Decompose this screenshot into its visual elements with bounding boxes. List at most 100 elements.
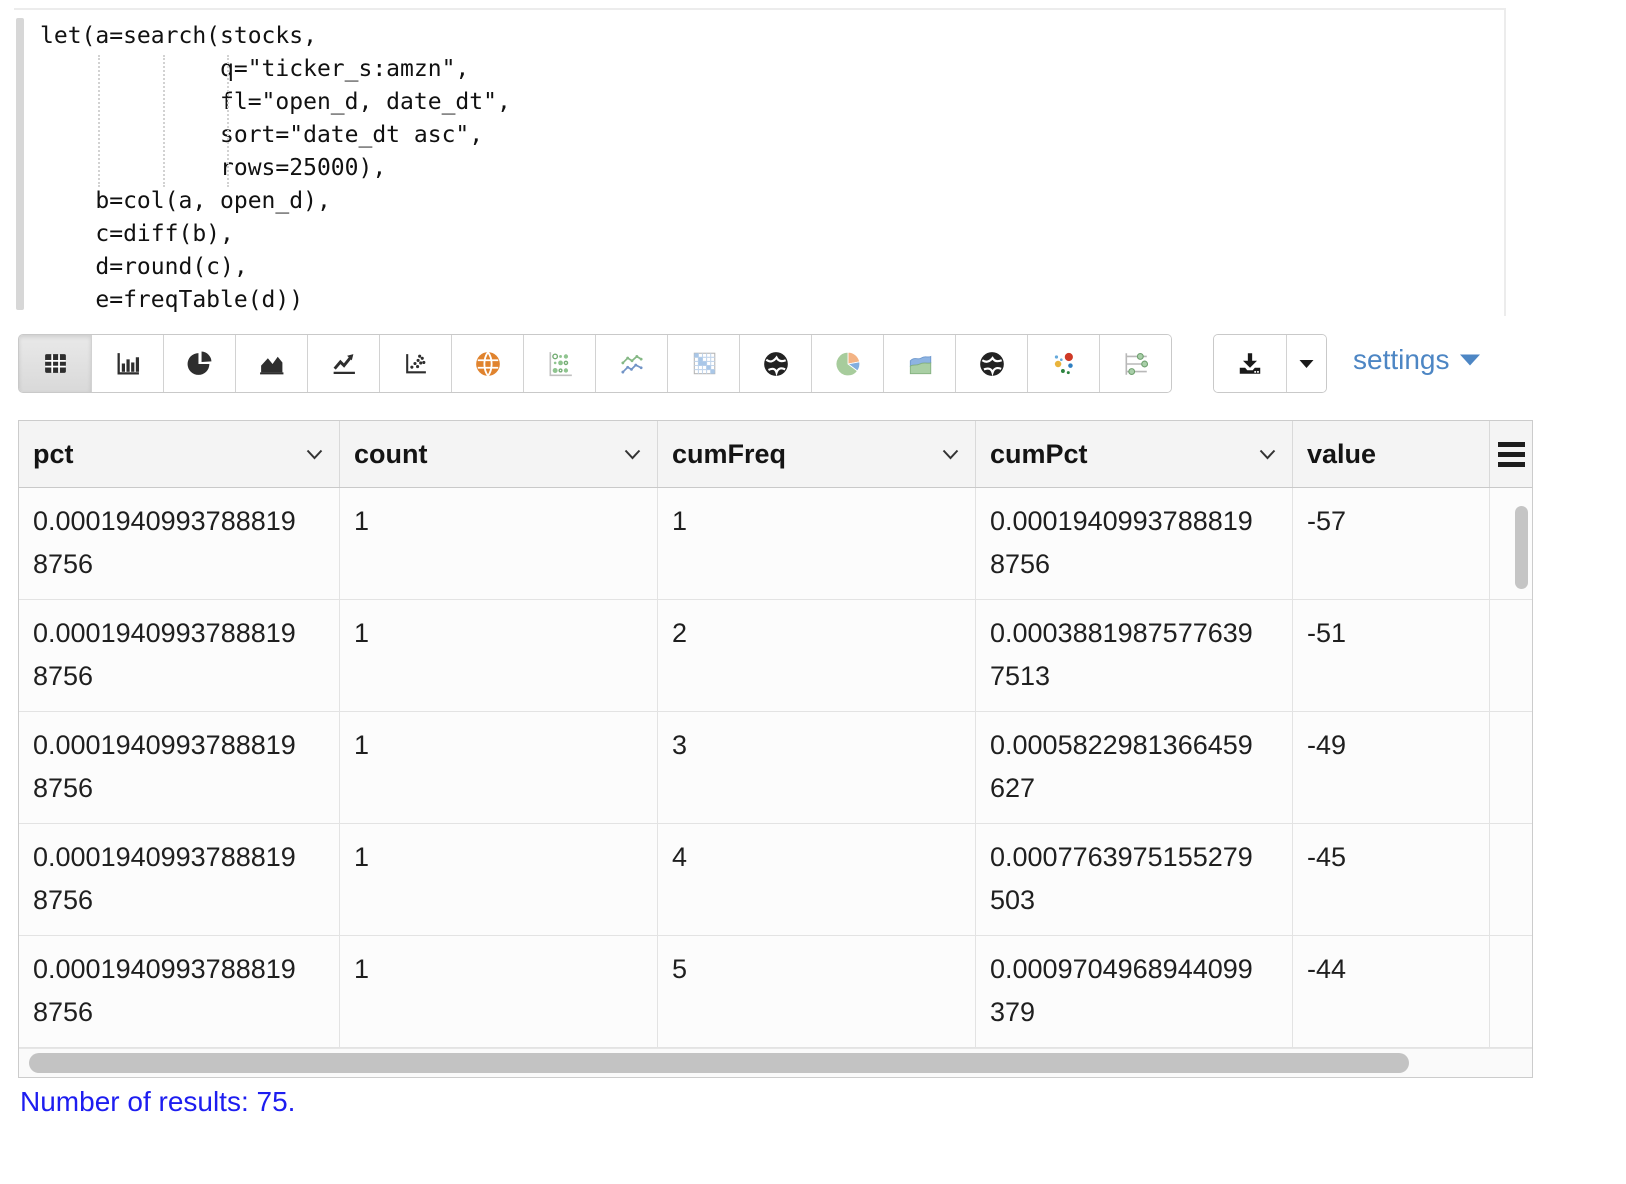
globe-orange-icon — [474, 350, 502, 378]
bubble-matrix-icon — [546, 350, 574, 378]
cell-value: -57 — [1293, 488, 1490, 599]
table-icon — [42, 350, 69, 377]
cell-count: 1 — [340, 712, 658, 823]
table-view-button[interactable] — [19, 335, 91, 392]
dot-plot-button[interactable] — [1099, 335, 1171, 392]
cell-cumPct: 0.0007763975155279503 — [976, 824, 1293, 935]
settings-label: settings — [1353, 344, 1450, 376]
chevron-down-icon — [942, 449, 959, 460]
table-row: 0.00019409937888198756 1 3 0.00058229813… — [19, 712, 1532, 824]
cell-pct: 0.00019409937888198756 — [19, 824, 340, 935]
code-line: q="ticker_s:amzn", — [40, 53, 1504, 86]
line-chart-icon — [330, 350, 357, 377]
visualization-toolbar: settings — [0, 334, 1626, 394]
world-map-button[interactable] — [739, 335, 811, 392]
table-header-row: pct count cumFreq cumPct value — [19, 421, 1532, 488]
sliders-icon — [1122, 350, 1150, 378]
area-color-icon — [906, 350, 934, 378]
vertical-scrollbar[interactable] — [1515, 506, 1528, 589]
scatter-plot-button[interactable] — [379, 335, 451, 392]
indent-guide — [227, 55, 229, 187]
code-line: d=round(c), — [40, 251, 1504, 284]
map-globe-button[interactable] — [451, 335, 523, 392]
editor-left-scrollbar[interactable] — [16, 18, 24, 310]
cell-cumFreq: 1 — [658, 488, 976, 599]
results-count: Number of results: 75. — [20, 1086, 295, 1118]
scatter-plot-icon — [402, 350, 429, 377]
cell-cumPct: 0.0005822981366459627 — [976, 712, 1293, 823]
column-header-cumPct[interactable]: cumPct — [976, 421, 1293, 487]
bar-chart-icon — [114, 350, 141, 377]
indent-guide — [163, 55, 165, 187]
cell-pct: 0.00019409937888198756 — [19, 488, 340, 599]
code-line: e=freqTable(d)) — [40, 284, 1504, 317]
chevron-down-icon — [624, 449, 641, 460]
cell-count: 1 — [340, 936, 658, 1047]
hamburger-icon — [1498, 442, 1525, 467]
column-label: pct — [33, 439, 74, 470]
cell-cumPct: 0.00038819875776397513 — [976, 600, 1293, 711]
column-header-pct[interactable]: pct — [19, 421, 340, 487]
column-label: cumPct — [990, 439, 1088, 470]
cell-value: -49 — [1293, 712, 1490, 823]
results-table: pct count cumFreq cumPct value 0.0001940… — [18, 420, 1533, 1078]
cell-cumPct: 0.00019409937888198756 — [976, 488, 1293, 599]
cell-count: 1 — [340, 488, 658, 599]
scroll-gutter — [1490, 712, 1532, 823]
download-icon — [1236, 350, 1264, 378]
pie-chart-button[interactable] — [163, 335, 235, 392]
bar-chart-button[interactable] — [91, 335, 163, 392]
column-header-value[interactable]: value — [1293, 421, 1490, 487]
cell-value: -44 — [1293, 936, 1490, 1047]
scatter-color-button[interactable] — [1027, 335, 1099, 392]
table-body: 0.00019409937888198756 1 1 0.00019409937… — [19, 488, 1532, 1048]
area-chart-button[interactable] — [235, 335, 307, 392]
globe-dark-2-icon — [978, 350, 1006, 378]
columns-menu-button[interactable] — [1490, 421, 1532, 487]
scroll-gutter — [1490, 600, 1532, 711]
cell-value: -51 — [1293, 600, 1490, 711]
multi-line-chart-button[interactable] — [595, 335, 667, 392]
cell-count: 1 — [340, 824, 658, 935]
column-header-cumFreq[interactable]: cumFreq — [658, 421, 976, 487]
chevron-down-icon — [1259, 449, 1276, 460]
area-chart-color-button[interactable] — [883, 335, 955, 392]
chevron-down-icon — [306, 449, 323, 460]
pie-chart-color-button[interactable] — [811, 335, 883, 392]
column-header-count[interactable]: count — [340, 421, 658, 487]
column-label: value — [1307, 439, 1376, 470]
cell-cumFreq: 3 — [658, 712, 976, 823]
horizontal-scrollbar[interactable] — [29, 1053, 1409, 1073]
heatmap-button[interactable] — [667, 335, 739, 392]
settings-link[interactable]: settings — [1353, 344, 1481, 376]
pie-chart-icon — [186, 350, 213, 377]
code-line: let(a=search(stocks, — [40, 20, 1504, 53]
code-line: b=col(a, open_d), — [40, 185, 1504, 218]
table-row: 0.00019409937888198756 1 2 0.00038819875… — [19, 600, 1532, 712]
cell-cumFreq: 4 — [658, 824, 976, 935]
line-chart-button[interactable] — [307, 335, 379, 392]
chart-type-buttons — [18, 334, 1172, 393]
column-label: count — [354, 439, 428, 470]
table-row: 0.00019409937888198756 1 1 0.00019409937… — [19, 488, 1532, 600]
scroll-gutter — [1490, 824, 1532, 935]
table-row: 0.00019409937888198756 1 5 0.00097049689… — [19, 936, 1532, 1048]
world-map-2-button[interactable] — [955, 335, 1027, 392]
table-row: 0.00019409937888198756 1 4 0.00077639751… — [19, 824, 1532, 936]
code-line: sort="date_dt asc", — [40, 119, 1504, 152]
scroll-gutter — [1490, 936, 1532, 1047]
cell-cumFreq: 5 — [658, 936, 976, 1047]
cell-pct: 0.00019409937888198756 — [19, 712, 340, 823]
globe-dark-icon — [762, 350, 790, 378]
bubble-matrix-button[interactable] — [523, 335, 595, 392]
code-editor[interactable]: let(a=search(stocks, q="ticker_s:amzn", … — [14, 8, 1506, 316]
horizontal-scrollbar-track[interactable] — [19, 1048, 1532, 1077]
download-options-button[interactable] — [1286, 335, 1326, 392]
cell-cumPct: 0.0009704968944099379 — [976, 936, 1293, 1047]
caret-down-icon — [1459, 353, 1481, 367]
code-line: fl="open_d, date_dt", — [40, 86, 1504, 119]
area-chart-icon — [258, 350, 285, 377]
code-content[interactable]: let(a=search(stocks, q="ticker_s:amzn", … — [14, 10, 1504, 317]
cell-pct: 0.00019409937888198756 — [19, 936, 340, 1047]
download-button[interactable] — [1214, 335, 1286, 392]
